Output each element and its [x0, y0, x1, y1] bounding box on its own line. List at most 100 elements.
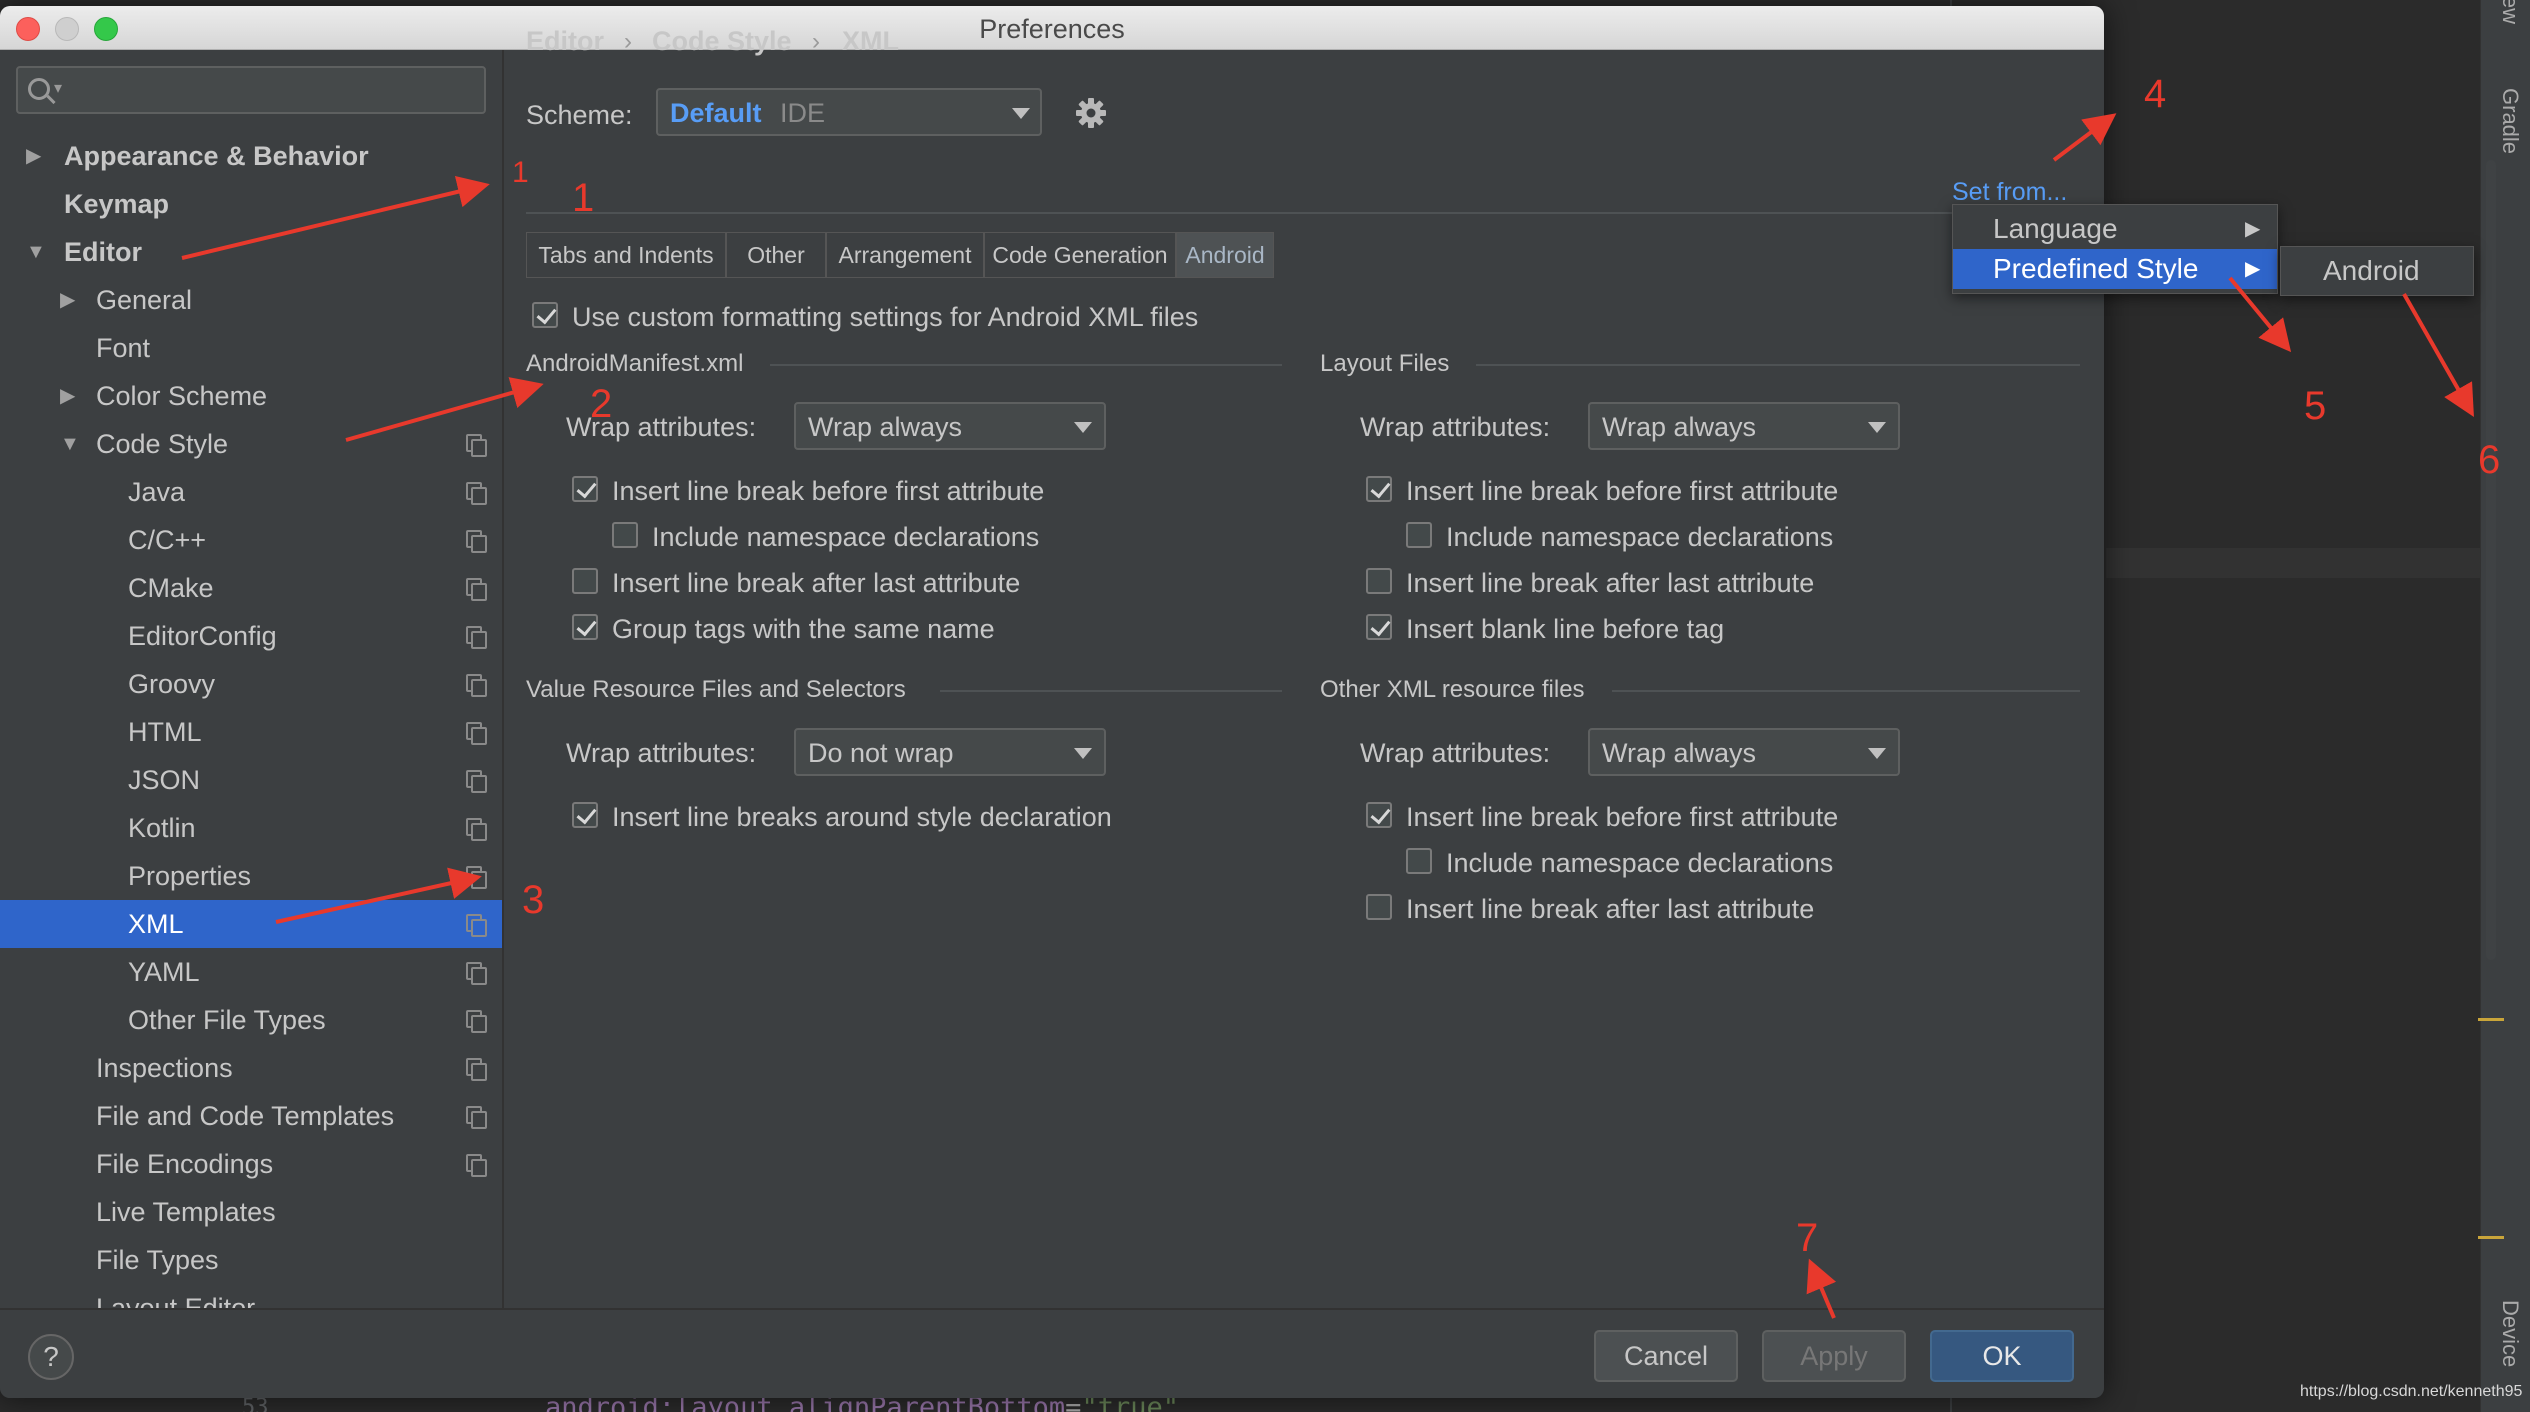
scheme-label: Scheme: [526, 100, 633, 130]
tab-tabs-and-indents[interactable]: Tabs and Indents [526, 232, 726, 278]
menu-item-language[interactable]: Language ▶ [1953, 209, 2277, 249]
collapse-arrow-icon[interactable]: ▼ [26, 228, 46, 276]
side-tab-device[interactable]: Device [2489, 1300, 2523, 1367]
wrap-attributes-label: Wrap attributes: [566, 738, 757, 768]
chevron-down-icon [1074, 422, 1092, 433]
collapse-arrow-icon[interactable]: ▼ [60, 420, 80, 468]
manifest-option-checkbox[interactable] [612, 522, 638, 548]
side-tab-gradle[interactable]: Gradle [2489, 88, 2523, 154]
tree-item-label: General [96, 285, 193, 315]
manifest-option-checkbox[interactable] [572, 476, 598, 502]
search-options-icon: ▾ [54, 80, 63, 97]
tree-item-code-style[interactable]: ▼ Code Style [0, 420, 502, 468]
tree-item-file-code-templates[interactable]: File and Code Templates [0, 1092, 502, 1140]
tree-item-live-templates[interactable]: Live Templates [0, 1188, 502, 1236]
values-wrap-dropdown[interactable]: Do not wrap [794, 728, 1106, 776]
tree-item-yaml[interactable]: YAML [0, 948, 502, 996]
dropdown-value: Wrap always [1602, 412, 1757, 442]
annotation-number: 7 [1796, 1216, 1819, 1260]
tree-item-label: YAML [128, 957, 200, 987]
project-scope-icon [466, 818, 487, 841]
tree-item-c-cpp[interactable]: C/C++ [0, 516, 502, 564]
breadcrumb-editor[interactable]: Editor [526, 26, 604, 57]
help-button[interactable]: ? [28, 1334, 74, 1380]
expand-arrow-icon[interactable]: ▶ [60, 372, 75, 420]
dropdown-value: Wrap always [808, 412, 963, 442]
tree-item-cmake[interactable]: CMake [0, 564, 502, 612]
submenu-arrow-icon: ▶ [2245, 258, 2261, 280]
expand-arrow-icon[interactable]: ▶ [26, 132, 41, 180]
layout-option-checkbox[interactable] [1366, 568, 1392, 594]
manifest-option-checkbox[interactable] [572, 568, 598, 594]
tree-item-editor[interactable]: ▼ Editor [0, 228, 502, 276]
apply-button[interactable]: Apply [1762, 1330, 1906, 1382]
tree-item-file-encodings[interactable]: File Encodings [0, 1140, 502, 1188]
other-xml-option-checkbox[interactable] [1366, 894, 1392, 920]
layout-option-checkbox[interactable] [1366, 614, 1392, 640]
preferences-dialog: Preferences ▾ ▶ Appearance & Behavior Ke… [0, 6, 2104, 1398]
menu-item-label: Language [1993, 213, 2118, 244]
side-tab-new[interactable]: New [2489, 0, 2523, 24]
tree-item-xml[interactable]: XML [0, 900, 502, 948]
annotation-number: 3 [522, 878, 545, 922]
tree-item-layout-editor[interactable]: Layout Editor [0, 1284, 502, 1308]
tree-item-keymap[interactable]: Keymap [0, 180, 502, 228]
tab-android[interactable]: Android [1176, 232, 1274, 278]
breadcrumb-separator: › [624, 28, 632, 55]
project-scope-icon [466, 770, 487, 793]
tree-item-groovy[interactable]: Groovy [0, 660, 502, 708]
menu-item-predefined-style[interactable]: Predefined Style ▶ [1953, 249, 2277, 289]
expand-arrow-icon[interactable]: ▶ [60, 276, 75, 324]
tree-item-label: Code Style [96, 429, 229, 459]
tree-item-inspections[interactable]: Inspections [0, 1044, 502, 1092]
cancel-button[interactable]: Cancel [1594, 1330, 1738, 1382]
submenu-item-android[interactable]: Android [2323, 255, 2420, 287]
tab-code-generation[interactable]: Code Generation [984, 232, 1176, 278]
tree-item-label: File Types [96, 1245, 219, 1275]
scheme-dropdown[interactable]: Default IDE [656, 88, 1042, 136]
tree-item-json[interactable]: JSON [0, 756, 502, 804]
dropdown-value: Wrap always [1602, 738, 1757, 768]
tree-item-kotlin[interactable]: Kotlin [0, 804, 502, 852]
tab-other[interactable]: Other [726, 232, 826, 278]
use-custom-checkbox[interactable] [532, 302, 558, 328]
tab-arrangement[interactable]: Arrangement [826, 232, 984, 278]
divider [526, 212, 2086, 214]
layout-option-checkbox[interactable] [1406, 522, 1432, 548]
tree-item-file-types[interactable]: File Types [0, 1236, 502, 1284]
set-from-link[interactable]: Set from... [1952, 178, 2067, 207]
other-xml-option-checkbox[interactable] [1366, 802, 1392, 828]
tree-item-color-scheme[interactable]: ▶ Color Scheme [0, 372, 502, 420]
group-title-layout: Layout Files [1320, 350, 1450, 377]
project-scope-icon [466, 1154, 487, 1177]
submenu-arrow-icon: ▶ [2245, 218, 2261, 240]
tree-item-java[interactable]: Java [0, 468, 502, 516]
project-scope-icon [466, 626, 487, 649]
manifest-option-label: Include namespace declarations [652, 522, 1040, 552]
title-bar[interactable]: Preferences [0, 6, 2104, 50]
tree-item-label: EditorConfig [128, 621, 277, 651]
manifest-wrap-dropdown[interactable]: Wrap always [794, 402, 1106, 450]
annotation-number: 4 [2144, 72, 2167, 116]
manifest-option-checkbox[interactable] [572, 614, 598, 640]
tree-item-general[interactable]: ▶ General [0, 276, 502, 324]
ide-scrollbar[interactable] [2486, 160, 2496, 960]
ok-button[interactable]: OK [1930, 1330, 2074, 1382]
ide-caret-line [2106, 548, 2480, 578]
gear-icon[interactable] [1074, 96, 1108, 130]
layout-wrap-dropdown[interactable]: Wrap always [1588, 402, 1900, 450]
tree-item-properties[interactable]: Properties [0, 852, 502, 900]
breadcrumb-code-style[interactable]: Code Style [652, 26, 792, 57]
values-option-checkbox[interactable] [572, 802, 598, 828]
tree-item-font[interactable]: Font [0, 324, 502, 372]
tree-item-appearance-behavior[interactable]: ▶ Appearance & Behavior [0, 132, 502, 180]
other-xml-option-checkbox[interactable] [1406, 848, 1432, 874]
layout-option-checkbox[interactable] [1366, 476, 1392, 502]
tree-item-editorconfig[interactable]: EditorConfig [0, 612, 502, 660]
manifest-option-label: Group tags with the same name [612, 614, 995, 644]
tree-item-html[interactable]: HTML [0, 708, 502, 756]
tree-item-other-file-types[interactable]: Other File Types [0, 996, 502, 1044]
settings-search-input[interactable]: ▾ [16, 66, 486, 114]
wrap-attributes-label: Wrap attributes: [1360, 412, 1551, 442]
other-xml-wrap-dropdown[interactable]: Wrap always [1588, 728, 1900, 776]
